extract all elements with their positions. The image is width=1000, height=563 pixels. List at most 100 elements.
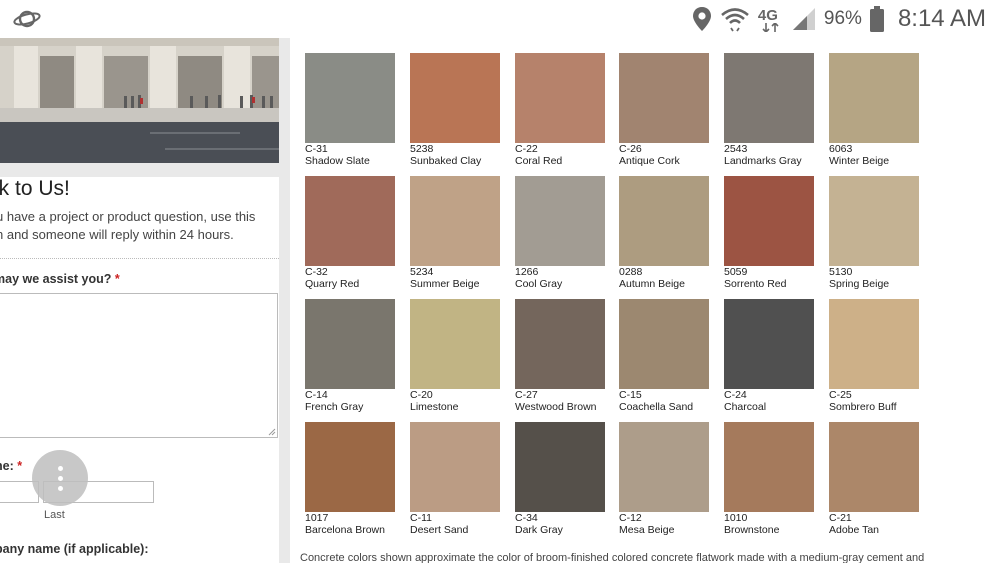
swatch-name: French Gray [305,401,364,413]
swatch-chip [829,53,919,143]
swatch-chip [410,299,500,389]
swatch-chip [724,299,814,389]
swatch-name: Sorrento Red [724,278,787,290]
swatch-name: Shadow Slate [305,155,370,167]
swatch-chip [724,53,814,143]
color-swatch[interactable]: C-26 Antique Cork [619,53,709,167]
form-intro-line-1: u have a project or product question, us… [0,209,256,224]
swatch-name: Coral Red [515,155,563,167]
color-swatch[interactable]: C-34 Dark Gray [515,422,605,536]
hero-divider [0,163,279,177]
swatch-chip [515,422,605,512]
color-swatch[interactable]: C-22 Coral Red [515,53,605,167]
more-options-button[interactable] [32,450,88,506]
color-swatch[interactable]: 1266 Cool Gray [515,176,605,290]
swatch-chip [410,53,500,143]
swatch-code: C-14 [305,389,328,401]
swatch-code: 5234 [410,266,434,278]
swatch-code: C-27 [515,389,538,401]
swatch-chip [410,422,500,512]
color-swatch[interactable]: 2543 Landmarks Gray [724,53,814,167]
swatch-code: C-31 [305,143,328,155]
required-mark: * [114,272,120,286]
more-vert-icon [58,466,63,471]
color-swatch[interactable]: 5238 Sunbaked Clay [410,53,500,167]
color-swatch[interactable]: C-27 Westwood Brown [515,299,605,413]
last-name-caption: Last [44,509,65,521]
color-swatch[interactable]: 0288 Autumn Beige [619,176,709,290]
swatch-chip [305,176,395,266]
swatch-chip [305,299,395,389]
swatch-chip [410,176,500,266]
color-swatch[interactable]: C-31 Shadow Slate [305,53,395,167]
swatch-code: 1017 [305,512,329,524]
color-swatch[interactable]: 1017 Barcelona Brown [305,422,395,536]
swatch-code: 1010 [724,512,748,524]
swatch-code: C-25 [829,389,852,401]
status-bar: 4G 96% 8:14 AM [0,0,1000,38]
swatch-chip [829,422,919,512]
4g-icon: 4G [758,6,784,32]
swatch-code: C-22 [515,143,538,155]
color-swatch[interactable]: C-20 Limestone [410,299,500,413]
swatch-name: Cool Gray [515,278,563,290]
swatch-code: C-32 [305,266,328,278]
swatch-code: 1266 [515,266,539,278]
color-swatch[interactable]: 6063 Winter Beige [829,53,919,167]
swatch-chip [619,299,709,389]
color-swatch[interactable]: C-32 Quarry Red [305,176,395,290]
swatch-name: Brownstone [724,524,780,536]
color-swatch[interactable]: C-11 Desert Sand [410,422,500,536]
swatch-name: Charcoal [724,401,767,413]
form-intro: u have a project or product question, us… [0,208,255,244]
swatch-chip [829,299,919,389]
swatch-chip [515,53,605,143]
more-vert-icon-dot [58,486,63,491]
swatch-name: Sunbaked Clay [410,155,482,167]
swatch-code: C-26 [619,143,642,155]
location-pin-icon [692,7,711,31]
divider [0,258,279,259]
contact-form: lk to Us! u have a project or product qu… [0,177,279,563]
color-swatch[interactable]: 5234 Summer Beige [410,176,500,290]
swatch-chip [829,176,919,266]
color-swatch[interactable]: C-14 French Gray [305,299,395,413]
palette-footnote: Concrete colors shown approximate the co… [300,552,925,563]
swatch-name: Limestone [410,401,459,413]
color-swatch[interactable]: C-21 Adobe Tan [829,422,919,536]
swatch-name: Mesa Beige [619,524,675,536]
swatch-name: Barcelona Brown [305,524,385,536]
swatch-name: Autumn Beige [619,278,685,290]
color-swatch[interactable]: C-12 Mesa Beige [619,422,709,536]
swatch-chip [305,53,395,143]
color-swatch[interactable]: 5130 Spring Beige [829,176,919,290]
name-label-text: ne: [0,459,14,473]
color-swatch[interactable]: 1010 Brownstone [724,422,814,536]
swatch-name: Winter Beige [829,155,890,167]
swatch-name: Desert Sand [410,524,469,536]
palette-heading-cutoff: ▀▀▀▀▀▀ ▀▀▀▀▀ [306,38,411,43]
assist-textarea[interactable] [0,293,278,438]
swatch-chip [619,176,709,266]
swatch-chip [515,299,605,389]
swatch-code: C-24 [724,389,747,401]
battery-icon [869,6,884,32]
color-swatch[interactable]: C-24 Charcoal [724,299,814,413]
swatch-name: Dark Gray [515,524,563,536]
swatch-name: Landmarks Gray [724,155,802,167]
signal-icon [792,8,815,30]
contact-panel: lk to Us! u have a project or product qu… [0,38,279,563]
color-swatch[interactable]: 5059 Sorrento Red [724,176,814,290]
swatch-name: Spring Beige [829,278,890,290]
swatch-chip [515,176,605,266]
color-swatch[interactable]: C-25 Sombrero Buff [829,299,919,413]
form-title: lk to Us! [0,177,70,200]
resize-handle-icon[interactable] [268,428,276,436]
assist-label-text: may we assist you? [0,272,112,286]
swatch-code: C-11 [410,512,432,524]
color-swatch[interactable]: C-15 Coachella Sand [619,299,709,413]
swatch-code: 5059 [724,266,748,278]
swatch-code: C-20 [410,389,433,401]
network-type: 4G [757,7,778,24]
more-vert-icon-dot [58,476,63,481]
